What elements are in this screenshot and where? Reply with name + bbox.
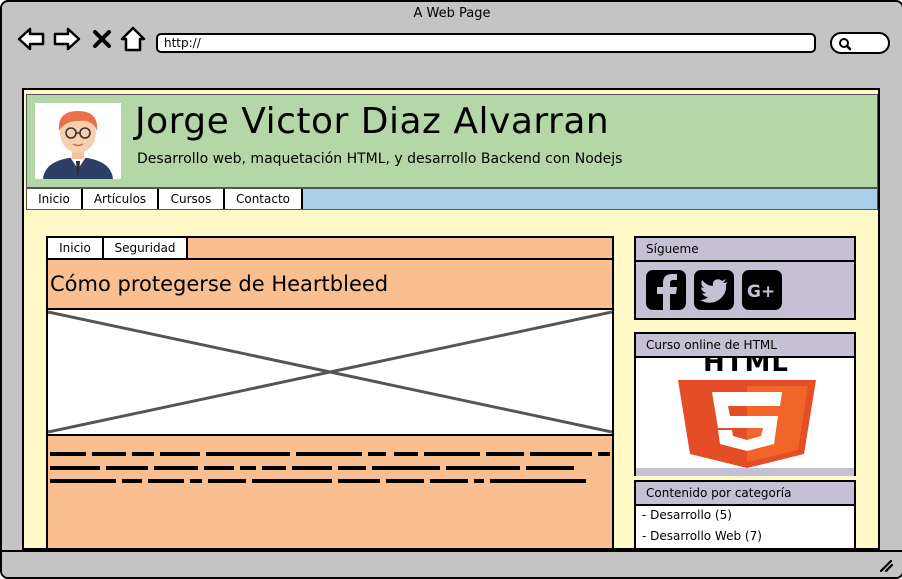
svg-text:G+: G+ [747,282,775,302]
categories-title: Contenido por categoría [634,480,856,506]
search-icon [839,38,852,51]
html5-logo-text: HTML [703,358,789,378]
nav-item-articulos[interactable]: Artículos [83,189,159,209]
site-title: Jorge Victor Diaz Alvarran [135,101,610,142]
resize-grip-icon[interactable] [878,558,894,572]
follow-title: Sígueme [634,236,856,262]
course-title: Curso online de HTML [634,332,856,358]
article-panel: Inicio Seguridad Cómo protegerse de Hear… [46,236,614,548]
status-bar [2,550,902,577]
breadcrumb-inicio[interactable]: Inicio [48,238,104,258]
sidebar: Sígueme G+ Curso online de HTML HTML Con… [634,236,856,548]
back-icon[interactable] [16,24,46,54]
site-subtitle: Desarrollo web, maquetación HTML, y desa… [137,151,623,167]
twitter-icon[interactable] [694,270,734,310]
search-field[interactable] [830,32,890,54]
main-nav: Inicio Artículos Cursos Contacto [26,188,878,210]
avatar [35,103,121,179]
nav-item-inicio[interactable]: Inicio [27,189,83,209]
close-icon[interactable] [90,24,114,54]
breadcrumb-seguridad[interactable]: Seguridad [104,238,188,258]
article-text-placeholder [50,452,610,483]
category-item[interactable]: - Desarrollo (5) [642,508,732,522]
nav-item-cursos[interactable]: Cursos [159,189,225,209]
article-title: Cómo protegerse de Heartbleed [48,260,612,310]
forward-icon[interactable] [52,24,82,54]
window-title: A Web Page [413,6,491,21]
html5-course-banner[interactable]: HTML [634,358,856,476]
category-list: - Desarrollo (5) - Desarrollo Web (7) [634,506,856,548]
browser-window: A Web Page http:// Jorge Victor Diaz Alv… [0,0,902,579]
site-header: Jorge Victor Diaz Alvarran Desarrollo we… [26,94,878,188]
html5-logo [678,380,816,468]
breadcrumb: Inicio Seguridad [48,238,612,260]
page-viewport: Jorge Victor Diaz Alvarran Desarrollo we… [22,88,880,550]
image-placeholder [48,310,612,436]
category-item[interactable]: - Desarrollo Web (7) [642,529,762,543]
url-input[interactable]: http:// [156,33,816,53]
nav-item-contacto[interactable]: Contacto [225,189,303,209]
social-links: G+ [634,262,856,320]
google-plus-icon[interactable]: G+ [742,270,782,310]
home-icon[interactable] [118,24,148,54]
facebook-icon[interactable] [646,270,686,310]
